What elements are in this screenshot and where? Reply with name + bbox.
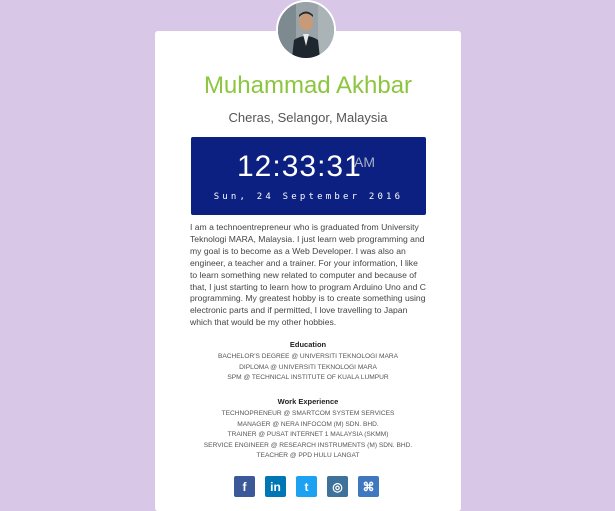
- github-link[interactable]: ⌘: [358, 476, 379, 497]
- social-links: f in t ◎ ⌘: [234, 476, 379, 497]
- twitter-link[interactable]: t: [296, 476, 317, 497]
- instagram-icon: ◎: [332, 479, 343, 494]
- work-experience-list: TECHNOPRENEUR @ SMARTCOM SYSTEM SERVICES…: [155, 409, 461, 462]
- github-icon: ⌘: [362, 479, 375, 494]
- work-item: MANAGER @ NERA INFOCOM (M) SDN. BHD.: [237, 420, 379, 428]
- education-title: Education: [289, 340, 327, 349]
- work-experience-title: Work Experience: [277, 397, 339, 406]
- profile-location: Cheras, Selangor, Malaysia: [228, 110, 388, 125]
- linkedin-icon: in: [270, 479, 281, 494]
- instagram-link[interactable]: ◎: [327, 476, 348, 497]
- education-list: BACHELOR'S DEGREE @ UNIVERSITI TEKNOLOGI…: [155, 352, 461, 384]
- linkedin-link[interactable]: in: [265, 476, 286, 497]
- education-item: SPM @ TECHNICAL INSTITUTE OF KUALA LUMPU…: [227, 374, 389, 381]
- digital-clock: 12:33:31 AM Sun, 24 September 2016: [191, 137, 426, 215]
- work-item: TECHNOPRENEUR @ SMARTCOM SYSTEM SERVICES: [221, 410, 395, 417]
- clock-date: Sun, 24 September 2016: [213, 192, 404, 202]
- work-item: TRAINER @ PUSAT INTERNET 1 MALAYSIA (SKM…: [227, 431, 389, 438]
- education-item: DIPLOMA @ UNIVERSITI TEKNOLOGI MARA: [239, 363, 377, 371]
- work-item: SERVICE ENGINEER @ RESEARCH INSTRUMENTS …: [203, 441, 413, 449]
- clock-ampm: AM: [354, 154, 375, 170]
- avatar: [276, 0, 336, 60]
- work-item: TEACHER @ PPD HULU LANGAT: [256, 452, 360, 459]
- bio-text: I am a technoentrepreneur who is graduat…: [190, 222, 426, 328]
- twitter-icon: t: [304, 479, 309, 494]
- education-item: BACHELOR'S DEGREE @ UNIVERSITI TEKNOLOGI…: [217, 353, 399, 360]
- facebook-link[interactable]: f: [234, 476, 255, 497]
- facebook-icon: f: [242, 479, 247, 494]
- clock-time: 12:33:31: [237, 150, 362, 183]
- profile-name: Muhammad Akhbar: [203, 72, 413, 99]
